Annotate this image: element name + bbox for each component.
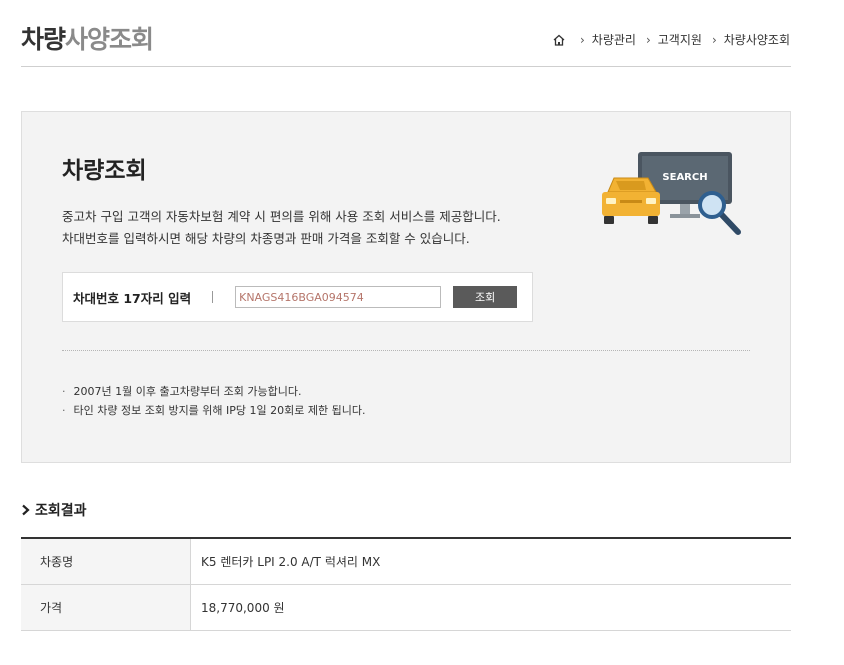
page-title: 차량사양조회 [21, 20, 154, 56]
notice-list: 2007년 1월 이후 출고차량부터 조회 가능합니다. 타인 차량 정보 조회… [62, 382, 366, 420]
breadcrumb: › 차량관리 › 고객지원 › 차량사양조회 [552, 31, 790, 48]
description-line: 중고차 구입 고객의 자동차보험 계약 시 편의를 위해 사용 조회 서비스를 … [62, 209, 501, 224]
header-divider [21, 66, 791, 67]
notice-item: 2007년 1월 이후 출고차량부터 조회 가능합니다. [62, 382, 365, 401]
breadcrumb-separator: › [711, 32, 717, 47]
breadcrumb-item-vehicle-management[interactable]: 차량관리 [592, 31, 636, 48]
monitor-search-label: SEARCH [662, 172, 707, 183]
row-value-model: K5 렌터카 LPI 2.0 A/T 럭셔리 MX [190, 538, 791, 585]
result-section-header: 조회결과 [21, 500, 87, 520]
result-section-title: 조회결과 [35, 503, 87, 519]
vin-input-label: 차대번호 17자리 입력 [73, 290, 192, 306]
result-table: 차종명 K5 렌터카 LPI 2.0 A/T 럭셔리 MX 가격 18,770,… [21, 537, 791, 631]
search-description: 중고차 구입 고객의 자동차보험 계약 시 편의를 위해 사용 조회 서비스를 … [62, 206, 501, 250]
label-divider [212, 291, 214, 303]
description-line: 차대번호를 입력하시면 해당 차량의 차종명과 판매 가격을 조회할 수 있습니… [62, 231, 470, 246]
breadcrumb-item-customer-support[interactable]: 고객지원 [658, 31, 702, 48]
breadcrumb-separator: › [579, 32, 585, 47]
vin-input[interactable] [235, 286, 442, 308]
breadcrumb-item-current: 차량사양조회 [723, 33, 790, 47]
notice-item: 타인 차량 정보 조회 방지를 위해 IP당 1일 20회로 제한 됩니다. [62, 401, 366, 420]
car-icon [602, 177, 660, 224]
magnifier-icon [698, 191, 741, 235]
vehicle-search-panel: 차량조회 중고차 구입 고객의 자동차보험 계약 시 편의를 위해 사용 조회 … [21, 111, 791, 463]
breadcrumb-separator: › [645, 32, 651, 47]
page-title-main: 차량 [21, 25, 66, 54]
chevron-right-icon [22, 504, 30, 516]
row-value-price: 18,770,000 원 [190, 584, 791, 631]
vin-input-row: 차대번호 17자리 입력 조회 [62, 272, 533, 322]
table-row: 가격 18,770,000 원 [21, 584, 791, 631]
table-row: 차종명 K5 렌터카 LPI 2.0 A/T 럭셔리 MX [21, 538, 791, 585]
row-label-model: 차종명 [21, 538, 191, 585]
dotted-divider [62, 350, 750, 351]
search-title: 차량조회 [62, 158, 147, 184]
page-title-accent: 사양조회 [65, 25, 154, 54]
lookup-button[interactable]: 조회 [453, 286, 518, 308]
home-icon[interactable] [552, 33, 566, 47]
car-search-illustration: SEARCH [600, 150, 745, 240]
row-label-price: 가격 [21, 584, 191, 631]
